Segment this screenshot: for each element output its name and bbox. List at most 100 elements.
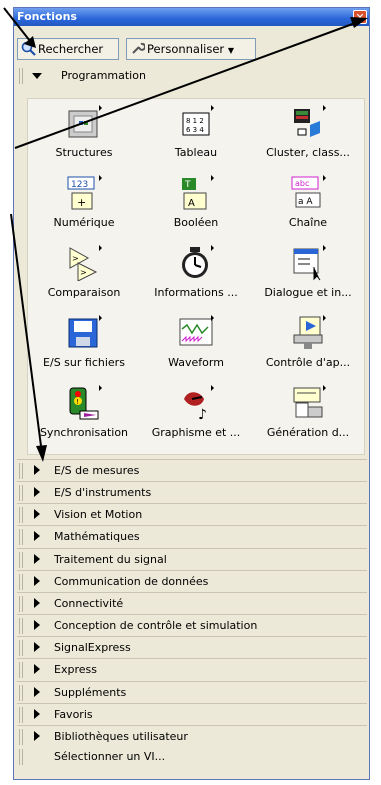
svg-text:>: >	[72, 254, 79, 263]
expand-arrow-icon	[32, 73, 42, 79]
grip-handle[interactable]	[19, 662, 23, 679]
svg-text:+: +	[77, 196, 86, 209]
expand-arrow-icon	[34, 730, 40, 741]
customize-button-label: Personnaliser	[147, 42, 225, 56]
grip-handle[interactable]	[19, 529, 23, 546]
tile-label: Tableau	[174, 146, 218, 159]
expand-arrow-icon	[34, 531, 40, 542]
svg-text:abc: abc	[295, 179, 309, 188]
category-item[interactable]: Express	[17, 659, 367, 681]
category-item[interactable]: SignalExpress	[17, 637, 367, 659]
timing-icon	[182, 245, 214, 278]
palette-tile-report-generation[interactable]: Génération d...	[252, 382, 364, 448]
expand-arrow-icon	[34, 642, 40, 653]
category-label: Conception de contrôle et simulation	[54, 619, 258, 633]
close-button[interactable]: ✕	[353, 10, 367, 24]
palette-tile-graphics[interactable]: ♪ Graphisme et ...	[140, 382, 252, 448]
svg-text:8 1 2: 8 1 2	[186, 117, 204, 125]
svg-text:>: >	[80, 268, 87, 277]
expand-arrow-icon	[34, 664, 40, 675]
svg-text:6 3 4: 6 3 4	[186, 126, 204, 134]
svg-text:A: A	[188, 198, 195, 209]
grip-handle[interactable]	[19, 68, 23, 84]
palette-tile-structures[interactable]: Structures	[28, 102, 140, 168]
tile-label: Comparaison	[47, 286, 121, 299]
palette-tile-numeric[interactable]: 123 + Numérique	[28, 172, 140, 238]
palette-tile-cluster[interactable]: Cluster, class...	[252, 102, 364, 168]
string-icon: abc a A	[291, 175, 326, 208]
category-item[interactable]: Connectivité	[17, 593, 367, 615]
category-label: SignalExpress	[54, 641, 131, 655]
palette-tile-synchronization[interactable]: ! Synchronisation	[28, 382, 140, 448]
tile-label: Dialogue et in...	[264, 286, 352, 299]
palette-title: Fonctions	[17, 10, 77, 23]
category-item[interactable]: Vision et Motion	[17, 504, 367, 526]
tile-label: Informations ...	[154, 286, 238, 299]
grip-handle[interactable]	[19, 595, 23, 612]
category-label: E/S d'instruments	[54, 486, 152, 500]
customize-button[interactable]: Personnaliser ▼	[126, 38, 256, 60]
palette-tile-dialog[interactable]: Dialogue et in...	[252, 242, 364, 308]
tile-label: Numérique	[53, 216, 115, 229]
expand-arrow-icon	[34, 620, 40, 631]
category-label: Connectivité	[54, 596, 124, 610]
category-item[interactable]: Mathématiques	[17, 526, 367, 548]
category-item[interactable]: Communication de données	[17, 571, 367, 593]
numeric-icon: 123 +	[67, 175, 102, 210]
select-vi-label: Sélectionner un VI...	[54, 750, 166, 763]
waveform-icon	[179, 315, 214, 346]
svg-text:123: 123	[71, 180, 88, 190]
tile-label: Génération d...	[266, 426, 350, 439]
select-vi-item[interactable]: Sélectionner un VI...	[17, 746, 367, 768]
category-item[interactable]: E/S de mesures	[17, 460, 367, 482]
comparison-icon: >>	[69, 245, 102, 281]
palette-tile-array[interactable]: 8 1 26 3 4 Tableau	[140, 102, 252, 168]
grip-handle[interactable]	[19, 640, 23, 657]
category-item[interactable]: Favoris	[17, 704, 367, 726]
category-label: Suppléments	[54, 685, 127, 699]
category-programming[interactable]: Programmation	[17, 65, 367, 87]
search-button[interactable]: Rechercher	[17, 38, 119, 60]
grip-handle[interactable]	[19, 463, 23, 479]
grip-handle[interactable]	[19, 618, 23, 635]
synchronization-icon: !	[69, 385, 102, 420]
array-icon: 8 1 26 3 4	[182, 105, 214, 136]
file-io-icon	[68, 315, 102, 348]
grip-handle[interactable]	[19, 749, 23, 765]
grip-handle[interactable]	[19, 485, 23, 502]
grip-handle[interactable]	[19, 684, 23, 701]
category-item[interactable]: Traitement du signal	[17, 549, 367, 571]
expand-arrow-icon	[34, 575, 40, 586]
chevron-down-icon: ▼	[227, 46, 234, 55]
category-item[interactable]: Bibliothèques utilisateur	[17, 726, 367, 748]
palette-tile-app-control[interactable]: Contrôle d'ap...	[252, 312, 364, 378]
tile-label: E/S sur fichiers	[43, 356, 125, 369]
category-label: Express	[54, 663, 97, 677]
category-label: Traitement du signal	[54, 552, 167, 566]
tile-label: Graphisme et ...	[151, 426, 241, 439]
svg-text:♪: ♪	[198, 407, 207, 421]
search-icon	[21, 41, 36, 56]
expand-arrow-icon	[34, 465, 40, 475]
grip-handle[interactable]	[19, 551, 23, 568]
palette-tile-comparison[interactable]: > > Comparaison	[28, 242, 140, 308]
boolean-icon: TA	[182, 175, 214, 210]
palette-tile-file-io[interactable]: E/S sur fichiers	[28, 312, 140, 378]
grip-handle[interactable]	[19, 728, 23, 745]
category-label: Communication de données	[54, 574, 209, 588]
grip-handle[interactable]	[19, 507, 23, 524]
palette-tile-waveform[interactable]: Waveform	[140, 312, 252, 378]
report-generation-icon	[293, 385, 326, 418]
grip-handle[interactable]	[19, 706, 23, 723]
palette-tile-timing[interactable]: Informations ...	[140, 242, 252, 308]
category-item[interactable]: Conception de contrôle et simulation	[17, 615, 367, 637]
tile-label: Chaîne	[288, 216, 328, 229]
palette-titlebar[interactable]: Fonctions ✕	[14, 8, 369, 26]
svg-text:a A: a A	[298, 197, 313, 207]
category-item[interactable]: E/S d'instruments	[17, 482, 367, 504]
palette-tile-boolean[interactable]: T A Booléen	[140, 172, 252, 238]
palette-tile-string[interactable]: abc a A Chaîne	[252, 172, 364, 238]
grip-handle[interactable]	[19, 573, 23, 590]
category-label: Bibliothèques utilisateur	[54, 729, 188, 743]
category-item[interactable]: Suppléments	[17, 682, 367, 704]
